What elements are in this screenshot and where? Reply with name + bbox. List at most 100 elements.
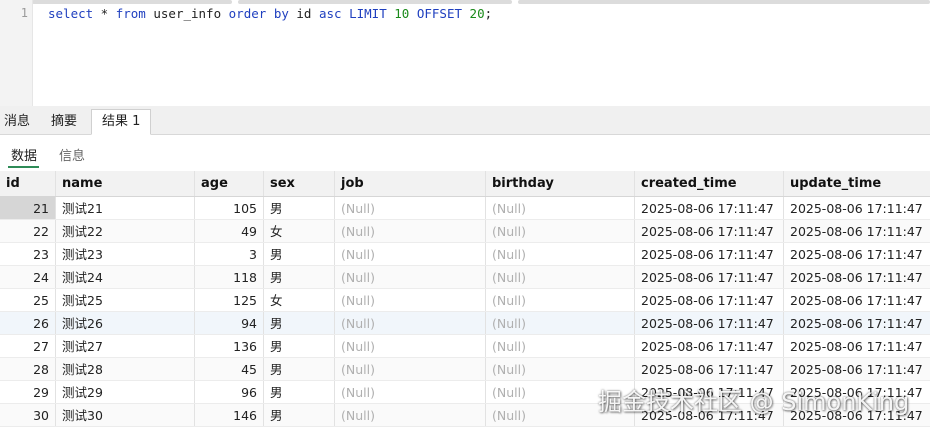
cell-age[interactable]: 125 — [195, 289, 264, 311]
cell-job[interactable]: (Null) — [335, 289, 486, 311]
sql-text: * — [93, 6, 116, 21]
cell-update-time[interactable]: 2025-08-06 17:11:47 — [784, 289, 930, 311]
cell-name[interactable]: 测试24 — [56, 266, 195, 288]
cell-name[interactable]: 测试28 — [56, 358, 195, 380]
cell-created-time[interactable]: 2025-08-06 17:11:47 — [635, 335, 784, 357]
cell-update-time[interactable]: 2025-08-06 17:11:47 — [784, 243, 930, 265]
column-header-id[interactable]: id — [0, 171, 56, 196]
cell-job[interactable]: (Null) — [335, 404, 486, 426]
cell-sex[interactable]: 男 — [264, 381, 335, 403]
cell-update-time[interactable]: 2025-08-06 17:11:47 — [784, 312, 930, 334]
tab-data[interactable]: 数据 — [11, 145, 37, 164]
cell-birthday[interactable]: (Null) — [486, 289, 635, 311]
cell-birthday[interactable]: (Null) — [486, 358, 635, 380]
table-row[interactable]: 28 测试28 45 男 (Null) (Null) 2025-08-06 17… — [0, 358, 930, 381]
cell-age[interactable]: 94 — [195, 312, 264, 334]
table-row[interactable]: 23 测试23 3 男 (Null) (Null) 2025-08-06 17:… — [0, 243, 930, 266]
cell-sex[interactable]: 女 — [264, 220, 335, 242]
tab-summary[interactable]: 摘要 — [41, 110, 87, 134]
cell-job[interactable]: (Null) — [335, 220, 486, 242]
column-header-created-time[interactable]: created_time — [635, 171, 784, 196]
cell-job[interactable]: (Null) — [335, 312, 486, 334]
cell-name[interactable]: 测试23 — [56, 243, 195, 265]
cell-age[interactable]: 105 — [195, 197, 264, 219]
cell-id[interactable]: 30 — [0, 404, 56, 426]
tab-messages[interactable]: 消息 — [0, 110, 40, 134]
tab-info[interactable]: 信息 — [59, 145, 85, 164]
cell-birthday[interactable]: (Null) — [486, 266, 635, 288]
cell-sex[interactable]: 男 — [264, 243, 335, 265]
cell-update-time[interactable]: 2025-08-06 17:11:47 — [784, 266, 930, 288]
table-row[interactable]: 22 测试22 49 女 (Null) (Null) 2025-08-06 17… — [0, 220, 930, 243]
table-row[interactable]: 26 测试26 94 男 (Null) (Null) 2025-08-06 17… — [0, 312, 930, 335]
cell-job[interactable]: (Null) — [335, 243, 486, 265]
cell-age[interactable]: 136 — [195, 335, 264, 357]
cell-sex[interactable]: 女 — [264, 289, 335, 311]
cell-name[interactable]: 测试25 — [56, 289, 195, 311]
cell-name[interactable]: 测试27 — [56, 335, 195, 357]
cell-sex[interactable]: 男 — [264, 404, 335, 426]
cell-update-time[interactable]: 2025-08-06 17:11:47 — [784, 197, 930, 219]
cell-name[interactable]: 测试30 — [56, 404, 195, 426]
cell-name[interactable]: 测试26 — [56, 312, 195, 334]
column-header-age[interactable]: age — [195, 171, 264, 196]
sql-text: ; — [484, 6, 493, 21]
cell-job[interactable]: (Null) — [335, 335, 486, 357]
cell-name[interactable]: 测试29 — [56, 381, 195, 403]
cell-sex[interactable]: 男 — [264, 197, 335, 219]
column-header-job[interactable]: job — [335, 171, 486, 196]
table-row[interactable]: 24 测试24 118 男 (Null) (Null) 2025-08-06 1… — [0, 266, 930, 289]
cell-age[interactable]: 96 — [195, 381, 264, 403]
cell-sex[interactable]: 男 — [264, 266, 335, 288]
cell-job[interactable]: (Null) — [335, 381, 486, 403]
horizontal-scrollbar[interactable] — [32, 0, 930, 5]
cell-update-time[interactable]: 2025-08-06 17:11:47 — [784, 220, 930, 242]
cell-id[interactable]: 24 — [0, 266, 56, 288]
column-header-sex[interactable]: sex — [264, 171, 335, 196]
cell-sex[interactable]: 男 — [264, 312, 335, 334]
cell-age[interactable]: 49 — [195, 220, 264, 242]
cell-name[interactable]: 测试22 — [56, 220, 195, 242]
table-row[interactable]: 21 测试21 105 男 (Null) (Null) 2025-08-06 1… — [0, 197, 930, 220]
cell-update-time[interactable]: 2025-08-06 17:11:47 — [784, 358, 930, 380]
cell-id[interactable]: 28 — [0, 358, 56, 380]
cell-id[interactable]: 29 — [0, 381, 56, 403]
column-header-update-time[interactable]: update_time — [784, 171, 930, 196]
table-row[interactable]: 27 测试27 136 男 (Null) (Null) 2025-08-06 1… — [0, 335, 930, 358]
cell-id[interactable]: 21 — [0, 197, 56, 219]
cell-age[interactable]: 146 — [195, 404, 264, 426]
cell-created-time[interactable]: 2025-08-06 17:11:47 — [635, 358, 784, 380]
sql-query-line[interactable]: select * from user_info order by id asc … — [48, 6, 492, 21]
cell-id[interactable]: 23 — [0, 243, 56, 265]
cell-name[interactable]: 测试21 — [56, 197, 195, 219]
cell-created-time[interactable]: 2025-08-06 17:11:47 — [635, 197, 784, 219]
cell-id[interactable]: 25 — [0, 289, 56, 311]
cell-sex[interactable]: 男 — [264, 335, 335, 357]
cell-created-time[interactable]: 2025-08-06 17:11:47 — [635, 243, 784, 265]
cell-age[interactable]: 3 — [195, 243, 264, 265]
cell-created-time[interactable]: 2025-08-06 17:11:47 — [635, 220, 784, 242]
cell-age[interactable]: 118 — [195, 266, 264, 288]
cell-birthday[interactable]: (Null) — [486, 197, 635, 219]
cell-birthday[interactable]: (Null) — [486, 220, 635, 242]
cell-birthday[interactable]: (Null) — [486, 243, 635, 265]
cell-job[interactable]: (Null) — [335, 197, 486, 219]
cell-birthday[interactable]: (Null) — [486, 312, 635, 334]
cell-age[interactable]: 45 — [195, 358, 264, 380]
cell-created-time[interactable]: 2025-08-06 17:11:47 — [635, 289, 784, 311]
sql-editor[interactable]: 1 select * from user_info order by id as… — [0, 0, 930, 106]
column-header-birthday[interactable]: birthday — [486, 171, 635, 196]
tab-result-1[interactable]: 结果 1 — [91, 109, 152, 135]
cell-id[interactable]: 22 — [0, 220, 56, 242]
cell-created-time[interactable]: 2025-08-06 17:11:47 — [635, 312, 784, 334]
column-header-name[interactable]: name — [56, 171, 195, 196]
cell-update-time[interactable]: 2025-08-06 17:11:47 — [784, 335, 930, 357]
cell-sex[interactable]: 男 — [264, 358, 335, 380]
cell-job[interactable]: (Null) — [335, 358, 486, 380]
cell-created-time[interactable]: 2025-08-06 17:11:47 — [635, 266, 784, 288]
cell-id[interactable]: 27 — [0, 335, 56, 357]
cell-birthday[interactable]: (Null) — [486, 335, 635, 357]
table-row[interactable]: 25 测试25 125 女 (Null) (Null) 2025-08-06 1… — [0, 289, 930, 312]
cell-job[interactable]: (Null) — [335, 266, 486, 288]
cell-id[interactable]: 26 — [0, 312, 56, 334]
